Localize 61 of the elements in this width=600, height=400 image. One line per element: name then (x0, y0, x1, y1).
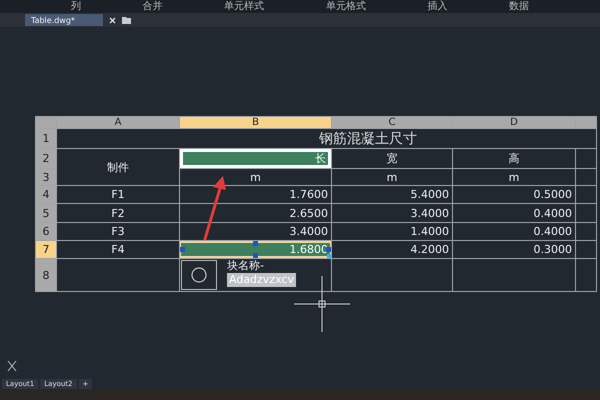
table-cell (576, 169, 596, 185)
close-icon[interactable] (108, 16, 116, 24)
table-cell: 5.4000 (332, 186, 452, 203)
table-cell: 0.4000 (453, 223, 575, 240)
table-cell: 高 (453, 149, 575, 168)
table-cell: 3.4000 (332, 204, 452, 222)
table-cell: 0.4000 (453, 204, 575, 222)
column-header[interactable]: B (180, 117, 331, 128)
corner-header[interactable] (36, 117, 56, 128)
table-cell (576, 259, 596, 291)
table-cell: 1.7600 (180, 186, 331, 203)
row-header[interactable]: 1 (36, 129, 56, 148)
table-cell: 3.4000 (180, 223, 331, 240)
crosshair-cursor-icon (294, 276, 350, 332)
table-cell: 制件 (57, 149, 179, 185)
table-cell: 宽 (332, 149, 452, 168)
ribbon-label[interactable]: 插入 (427, 0, 448, 12)
selected-cell[interactable]: 1.6800 (180, 241, 331, 258)
row-header[interactable]: 5 (36, 204, 56, 222)
column-header[interactable]: A (57, 117, 179, 128)
table-cell: m (180, 169, 331, 185)
row-header[interactable]: 3 (36, 169, 56, 185)
table-cell: 0.5000 (453, 186, 575, 203)
ribbon-label[interactable]: 数据 (509, 0, 530, 12)
ribbon-label[interactable]: 列 (70, 0, 81, 12)
row-header[interactable]: 2 (36, 149, 56, 168)
column-header[interactable] (576, 117, 596, 128)
block-name-value: Adadzvzxcv (227, 273, 296, 287)
table-cell: 1.4000 (332, 223, 452, 240)
table-cell: F4 (57, 241, 179, 258)
table-cell: m (453, 169, 575, 185)
table-cell (576, 186, 596, 203)
table-cell (576, 241, 596, 258)
table-cell[interactable]: 长 (180, 149, 331, 168)
table-cell: F1 (57, 186, 179, 203)
ribbon-label[interactable]: 合并 (142, 0, 162, 12)
block-name-label: 块名称- (227, 259, 264, 273)
column-header[interactable]: D (453, 117, 575, 128)
row-header[interactable]: 4 (36, 186, 56, 203)
ribbon-label[interactable]: 单元格式 (326, 0, 366, 12)
grip-handle[interactable] (253, 253, 258, 258)
table-cell: 2.6500 (180, 204, 331, 222)
column-header[interactable]: C (332, 117, 452, 128)
grip-handle[interactable] (180, 247, 185, 252)
table-title: 钢筋混凝土尺寸 (319, 130, 417, 148)
circle-icon (191, 267, 207, 283)
table-cell: F3 (57, 223, 179, 240)
ribbon-label[interactable]: 单元样式 (224, 0, 264, 12)
table-cell: F2 (57, 204, 179, 222)
table-cell (576, 223, 596, 240)
grip-handle[interactable] (253, 241, 258, 246)
table-cell: 4.2000 (332, 241, 452, 258)
table-cell (576, 204, 596, 222)
row-header[interactable]: 8 (36, 259, 56, 291)
ucs-icon (7, 360, 17, 372)
table-cell: 0.3000 (453, 241, 575, 258)
row-header[interactable]: 7 (36, 241, 56, 258)
file-tab[interactable]: Table.dwg* (25, 14, 103, 26)
folder-icon[interactable] (122, 16, 131, 24)
table-cell: m (332, 169, 452, 185)
row-header[interactable]: 6 (36, 223, 56, 240)
